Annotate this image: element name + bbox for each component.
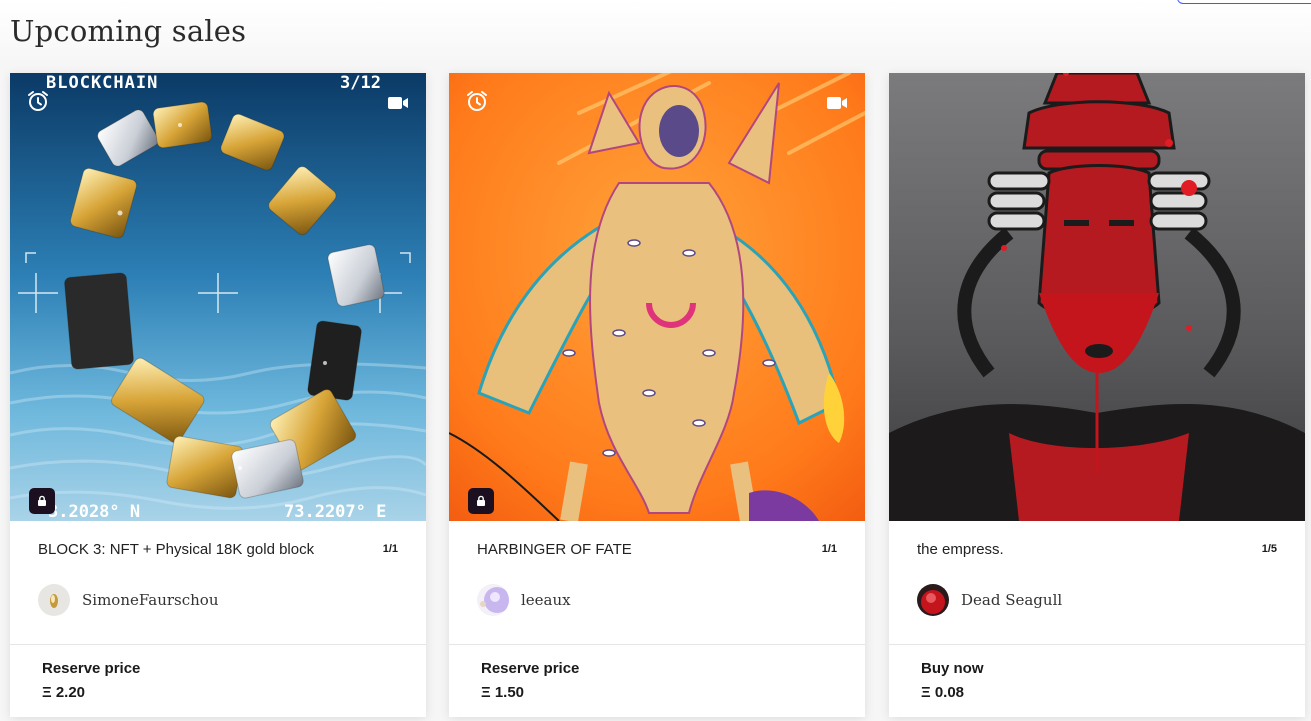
section-title: Upcoming sales (10, 14, 247, 48)
artwork-image[interactable]: BLOCKCHAIN 3/12 3.2028° N 73.2207° E (10, 73, 426, 521)
edition-count: 1/1 (382, 543, 398, 555)
artwork-card[interactable]: BLOCKCHAIN 3/12 3.2028° N 73.2207° E BLO… (10, 73, 426, 717)
creator-name[interactable]: Dead Seagull (961, 591, 1062, 609)
artwork-caption-bottom-right: 73.2207° E (284, 502, 387, 521)
header-button[interactable] (1177, 0, 1311, 4)
divider (10, 644, 426, 645)
alarm-icon (465, 89, 489, 113)
artwork-title[interactable]: HARBINGER OF FATE (477, 541, 632, 558)
artwork-image[interactable] (449, 73, 865, 521)
price-value: Ξ 0.08 (921, 684, 965, 701)
avatar[interactable] (917, 584, 949, 616)
artwork-card[interactable]: the empress. 1/5 Dead Seagull Buy now Ξ … (889, 73, 1305, 717)
price-value: Ξ 2.20 (42, 684, 86, 701)
video-icon (825, 91, 849, 115)
price-label: Buy now (921, 660, 984, 677)
price-label: Reserve price (481, 660, 580, 677)
artwork-caption-top-right: 3/12 (340, 73, 381, 93)
price-label: Reserve price (42, 660, 141, 677)
creator-name[interactable]: leeaux (521, 591, 571, 609)
artwork-title[interactable]: the empress. (917, 541, 1004, 558)
lock-icon (29, 488, 55, 514)
artwork-caption-bottom-left: 3.2028° N (48, 502, 141, 521)
avatar[interactable] (38, 584, 70, 616)
creator[interactable]: leeaux (477, 584, 571, 616)
creator-name[interactable]: SimoneFaurschou (82, 591, 218, 609)
creator[interactable]: SimoneFaurschou (38, 584, 218, 616)
divider (449, 644, 865, 645)
lock-icon (468, 488, 494, 514)
creator[interactable]: Dead Seagull (917, 584, 1062, 616)
artwork-caption-top-left: BLOCKCHAIN (46, 73, 159, 93)
avatar[interactable] (477, 584, 509, 616)
video-icon (386, 91, 410, 115)
alarm-icon (26, 89, 50, 113)
artwork-card[interactable]: HARBINGER OF FATE 1/1 leeaux Reserve pri… (449, 73, 865, 717)
artwork-image[interactable] (889, 73, 1305, 521)
edition-count: 1/5 (1261, 543, 1277, 555)
divider (889, 644, 1305, 645)
price-value: Ξ 1.50 (481, 684, 525, 701)
artwork-title[interactable]: BLOCK 3: NFT + Physical 18K gold block (38, 541, 314, 558)
edition-count: 1/1 (821, 543, 837, 555)
